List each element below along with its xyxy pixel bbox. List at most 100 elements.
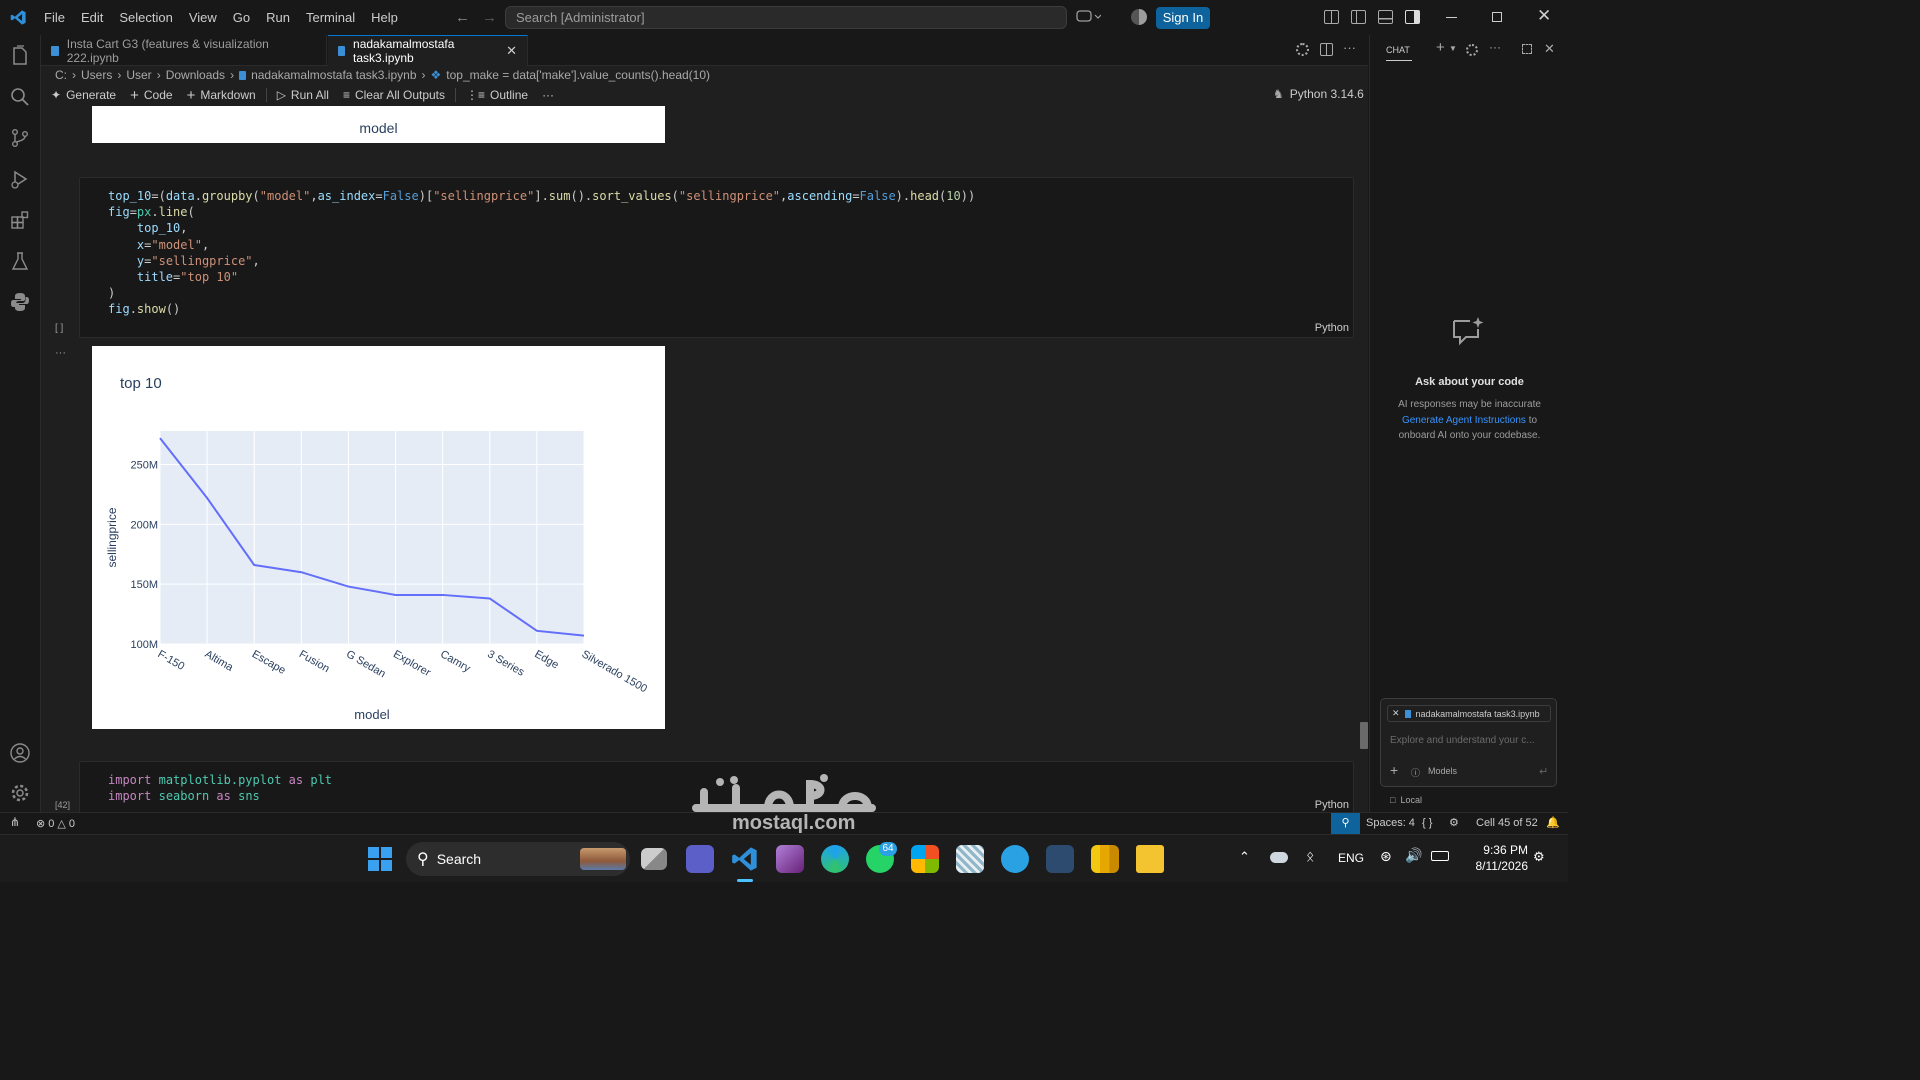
zoom-indicator[interactable]: ⚲ <box>1331 813 1360 834</box>
run-all-button[interactable]: ▷ Run All <box>277 88 329 102</box>
microsoft-store-icon[interactable] <box>911 845 939 873</box>
sql-server-icon[interactable] <box>1046 845 1074 873</box>
show-hidden-icons[interactable]: ⌃ <box>1239 849 1250 865</box>
tab-nadakamalmostafa[interactable]: nadakamalmostafa task3.ipynb ✕ <box>328 35 528 66</box>
cell-language-label[interactable]: Python <box>1315 799 1349 811</box>
cell-position[interactable]: Cell 45 of 52 <box>1476 817 1538 829</box>
menu-run[interactable]: Run <box>258 10 298 25</box>
generate-button[interactable]: ✦ Generate <box>51 88 116 102</box>
toggle-secondary-sidebar-icon[interactable] <box>1405 10 1420 24</box>
breadcrumb-user[interactable]: User <box>126 68 151 82</box>
visual-studio-icon[interactable] <box>776 845 804 873</box>
clear-outputs-button[interactable]: ≡ Clear All Outputs <box>343 88 445 102</box>
problems-indicator[interactable]: ⊗ 0 △ 0 <box>36 817 75 831</box>
context-chip[interactable]: ✕ nadakamalmostafa task3.ipynb <box>1387 705 1551 722</box>
code-editor[interactable]: top_10=(data.groupby("model",as_index=Fa… <box>108 188 975 318</box>
toggle-panel-icon[interactable] <box>1378 10 1393 24</box>
tab-insta-cart[interactable]: Insta Cart G3 (features & visualization … <box>41 35 327 66</box>
python-icon[interactable] <box>8 290 32 314</box>
chat-settings-icon[interactable] <box>1466 44 1478 56</box>
add-context-icon[interactable]: + <box>1390 762 1398 778</box>
menu-go[interactable]: Go <box>225 10 258 25</box>
chat-input[interactable]: Explore and understand your c... <box>1390 735 1535 746</box>
model-picker[interactable]: ⓘ Models <box>1411 766 1457 779</box>
customize-layout-icon[interactable] <box>1324 10 1339 24</box>
chat-more-icon[interactable]: ··· <box>1489 40 1501 54</box>
explorer-icon[interactable] <box>8 44 32 68</box>
more-toolbar-button[interactable]: ··· <box>542 88 554 102</box>
send-icon[interactable]: ↵ <box>1539 765 1548 778</box>
menu-selection[interactable]: Selection <box>111 10 180 25</box>
breadcrumb-cell[interactable]: top_make = data['make'].value_counts().h… <box>446 68 710 82</box>
forward-arrow-icon[interactable]: → <box>482 9 497 26</box>
cell-language-label[interactable]: Python <box>1315 322 1349 334</box>
maximize-icon[interactable] <box>1522 44 1532 54</box>
split-editor-icon[interactable] <box>1320 43 1333 56</box>
account-icon[interactable] <box>8 741 32 765</box>
chat-input-box[interactable]: ✕ nadakamalmostafa task3.ipynb Explore a… <box>1380 698 1557 787</box>
local-mode[interactable]: □ Local <box>1390 795 1422 805</box>
notebook-settings-icon[interactable] <box>1296 43 1309 56</box>
new-chat-icon[interactable]: + <box>1436 39 1445 56</box>
notification-center-icon[interactable]: ⚙ <box>1533 849 1545 865</box>
battery-icon[interactable] <box>1431 851 1449 861</box>
telegram-icon[interactable] <box>1001 845 1029 873</box>
notifications-bell-icon[interactable]: 🔔 <box>1546 816 1560 829</box>
source-control-icon[interactable] <box>8 126 32 150</box>
kernel-picker[interactable]: ♞ Python 3.14.6 <box>1273 87 1364 101</box>
close-window-icon[interactable]: ✕ <box>1537 6 1551 26</box>
back-arrow-icon[interactable]: ← <box>455 9 470 26</box>
breadcrumb-drive[interactable]: C: <box>55 68 67 82</box>
settings-gear-icon[interactable] <box>8 781 32 805</box>
clock[interactable]: 9:36 PM 8/11/2026 <box>1462 842 1529 874</box>
restore-icon[interactable] <box>1492 12 1502 22</box>
bluetooth-icon[interactable]: ᛟ <box>1306 848 1314 864</box>
vertical-scrollbar[interactable] <box>1360 722 1368 749</box>
task-view-icon[interactable] <box>641 848 667 870</box>
edge-icon[interactable] <box>821 845 849 873</box>
menu-help[interactable]: Help <box>363 10 406 25</box>
copilot-chat-icon[interactable] <box>1075 9 1103 27</box>
breadcrumb-downloads[interactable]: Downloads <box>166 68 225 82</box>
copilot-status-icon[interactable]: ⚙ <box>1449 816 1459 829</box>
input-language[interactable]: ENG <box>1338 851 1364 865</box>
add-code-button[interactable]: + Code <box>130 87 172 104</box>
search-input[interactable]: Search [Administrator] <box>505 6 1067 29</box>
run-debug-icon[interactable] <box>8 167 32 191</box>
power-bi-icon[interactable] <box>1091 845 1119 873</box>
vscode-taskbar-icon[interactable] <box>731 845 759 873</box>
app-maze-icon[interactable] <box>956 845 984 873</box>
indentation-status[interactable]: Spaces: 4 <box>1366 817 1415 829</box>
code-editor[interactable]: import matplotlib.pyplot as plt import s… <box>108 772 332 804</box>
more-actions-icon[interactable]: ··· <box>1343 40 1356 55</box>
accounts-globe-icon[interactable] <box>1131 9 1147 25</box>
toggle-sidebar-icon[interactable] <box>1351 10 1366 24</box>
outline-button[interactable]: ⋮≡ Outline <box>466 88 528 102</box>
extensions-icon[interactable] <box>8 208 32 232</box>
menu-terminal[interactable]: Terminal <box>298 10 363 25</box>
remove-context-icon[interactable]: ✕ <box>1392 708 1400 719</box>
wifi-icon[interactable]: ⊛ <box>1380 848 1392 865</box>
sign-in-button[interactable]: Sign In <box>1156 7 1210 29</box>
output-more-icon[interactable]: ··· <box>55 347 66 359</box>
search-icon[interactable] <box>8 85 32 109</box>
onedrive-icon[interactable] <box>1270 852 1288 863</box>
teams-icon[interactable] <box>686 845 714 873</box>
file-explorer-icon[interactable] <box>1136 845 1164 873</box>
remote-icon[interactable]: ⋔ <box>10 815 20 829</box>
taskbar-search-box[interactable]: ⚲ Search <box>406 842 630 876</box>
menu-edit[interactable]: Edit <box>73 10 111 25</box>
add-markdown-button[interactable]: + Markdown <box>187 87 256 104</box>
menu-view[interactable]: View <box>181 10 225 25</box>
close-chat-icon[interactable]: ✕ <box>1544 41 1555 57</box>
close-tab-icon[interactable]: ✕ <box>506 43 517 59</box>
agent-instructions-link[interactable]: Generate Agent Instructions <box>1402 415 1526 426</box>
menu-file[interactable]: File <box>36 10 73 25</box>
start-windows-icon[interactable] <box>368 847 392 871</box>
language-braces[interactable]: { } <box>1422 817 1432 829</box>
breadcrumb-users[interactable]: Users <box>81 68 112 82</box>
chevron-down-icon[interactable]: ▼ <box>1449 44 1457 53</box>
breadcrumb-file[interactable]: nadakamalmostafa task3.ipynb <box>251 68 416 82</box>
minimize-icon[interactable] <box>1446 17 1457 18</box>
volume-icon[interactable]: 🔊 <box>1405 847 1422 864</box>
